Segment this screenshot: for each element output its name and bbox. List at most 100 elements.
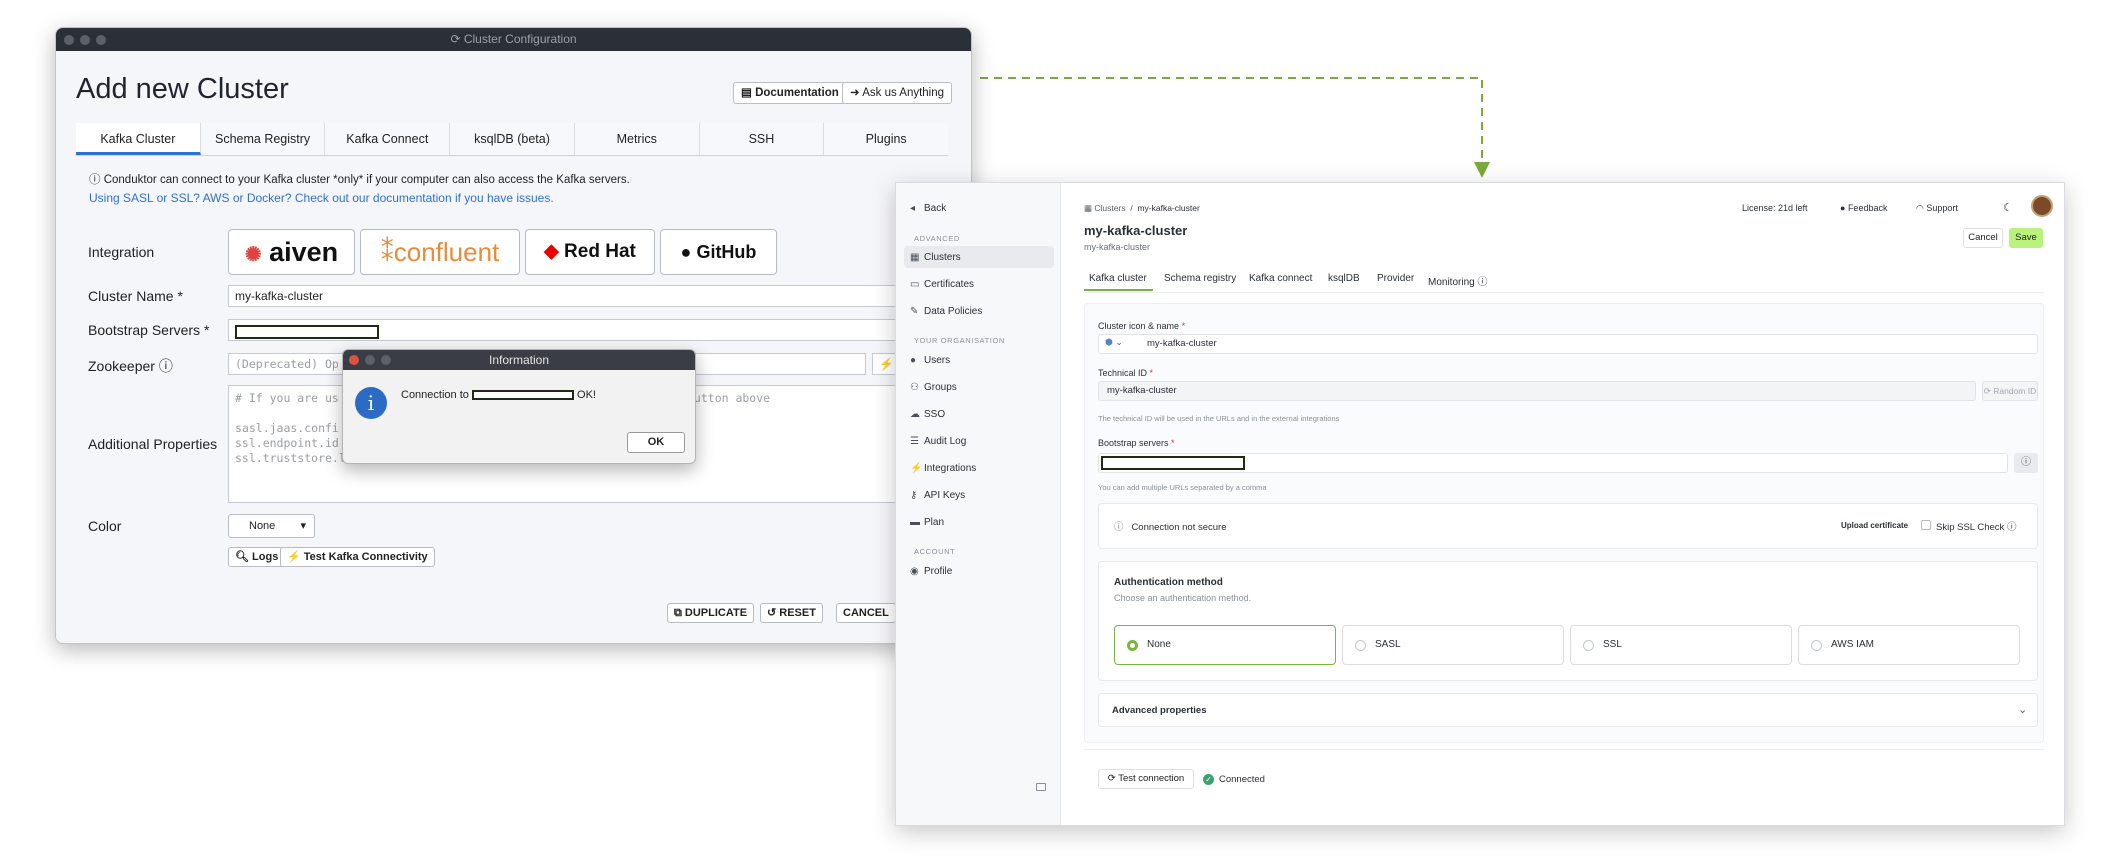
cluster-icon: ⬢ — [1105, 337, 1113, 347]
back-link[interactable]: ◂ Back — [910, 203, 946, 214]
tab-ssh[interactable]: SSH — [699, 123, 825, 155]
technical-id-input[interactable]: my-kafka-cluster — [1098, 381, 1976, 401]
bootstrap-servers-input[interactable] — [1098, 453, 2008, 473]
skip-ssl-checkbox[interactable] — [1921, 520, 1931, 530]
info-button[interactable]: ⓘ — [2014, 453, 2038, 473]
profile-icon: ◉ — [910, 566, 919, 577]
ask-us-anything-button[interactable]: ➜ Ask us Anything — [842, 82, 953, 104]
key-icon: ⚷ — [910, 490, 918, 501]
plug-icon: ⚡ — [910, 463, 923, 474]
dialog-minimize-button[interactable] — [365, 355, 375, 365]
auth-option-none[interactable]: None — [1114, 625, 1336, 665]
redacted-value — [1101, 455, 1245, 470]
window-titlebar: ⟳ Cluster Configuration — [56, 28, 971, 51]
copy-icon: ⧉ — [674, 607, 682, 619]
tab-plugins[interactable]: Plugins — [824, 123, 949, 155]
zookeeper-label: Zookeeper ⓘ — [88, 358, 173, 374]
tab-metrics[interactable]: Metrics — [574, 123, 700, 155]
back-arrow-icon: ◂ — [910, 203, 916, 214]
dialog-close-button[interactable] — [349, 355, 359, 365]
auth-option-sasl[interactable]: SASL — [1342, 625, 1564, 665]
tab-kafka-connect[interactable]: Kafka Connect — [325, 123, 451, 155]
tab-ksqldb[interactable]: ksqlDB — [1328, 273, 1360, 284]
maximize-window-button[interactable] — [96, 35, 106, 45]
reset-button[interactable]: ↺ RESET — [760, 603, 823, 623]
sidebar-item-clusters[interactable]: ▦ Clusters — [910, 252, 961, 263]
aiven-logo[interactable]: ✺ aiven — [228, 229, 355, 275]
grid-icon: ▦ — [910, 252, 920, 263]
redhat-logo[interactable]: ◆ Red Hat — [525, 229, 655, 275]
advanced-properties-label: Advanced properties — [1112, 705, 1207, 716]
tab-kafka-cluster[interactable]: Kafka Cluster — [76, 123, 201, 155]
help-link[interactable]: Using SASL or SSL? AWS or Docker? Check … — [89, 191, 554, 205]
chat-icon: ● — [1840, 203, 1848, 213]
connected-status: Connected — [1219, 774, 1265, 785]
section-advanced: ADVANCED — [914, 234, 960, 243]
close-window-button[interactable] — [64, 35, 74, 45]
information-dialog: Information i Connection to OK! OK — [342, 349, 696, 464]
sidebar-item-audit-log[interactable]: ☰ Audit Log — [910, 436, 966, 447]
ok-button[interactable]: OK — [627, 432, 685, 453]
upload-certificate-button[interactable]: Upload certificate — [1841, 521, 1908, 530]
test-connection-button[interactable]: ⟳ Test connection — [1098, 769, 1194, 789]
connection-status: ⓘ Connection not secure — [1114, 522, 1227, 533]
additional-properties-label: Additional Properties — [88, 436, 218, 452]
confluent-logo[interactable]: ⁑confluent — [360, 229, 520, 275]
save-button[interactable]: Save — [2009, 228, 2043, 248]
tab-kafka-connect[interactable]: Kafka connect — [1249, 273, 1312, 284]
support-link[interactable]: ◠ Support — [1916, 203, 1958, 214]
redacted-value — [471, 390, 574, 401]
github-logo[interactable]: ● GitHub — [660, 229, 777, 275]
cluster-name-input[interactable]: my-kafka-cluster — [228, 285, 971, 307]
cloud-icon: ☁ — [910, 409, 920, 420]
tab-ksqldb[interactable]: ksqlDB (beta) — [450, 123, 575, 155]
chevron-down-icon: ⌄ — [2018, 704, 2028, 716]
minimize-window-button[interactable] — [80, 35, 90, 45]
auth-option-ssl[interactable]: SSL — [1570, 625, 1792, 665]
sidebar-item-sso[interactable]: ☁ SSO — [910, 409, 945, 420]
cluster-icon-picker[interactable]: ⬢ ⌄ — [1105, 337, 1123, 348]
tab-provider[interactable]: Provider — [1377, 273, 1414, 284]
dialog-maximize-button[interactable] — [381, 355, 391, 365]
redacted-value — [235, 324, 379, 339]
tab-monitoring[interactable]: Monitoring ⓘ — [1428, 273, 1487, 288]
breadcrumb: ▦ Clusters / my-kafka-cluster — [1084, 203, 1200, 213]
sidebar-item-integrations[interactable]: ⚡ Integrations — [910, 463, 976, 474]
web-console-window: ◂ Back ADVANCED ▦ Clusters ▭ Certificates ✎… — [895, 182, 2065, 826]
arrow-right-icon: ➜ — [850, 87, 863, 99]
group-icon: ⚇ — [910, 382, 919, 393]
book-icon: ▤ — [741, 87, 756, 99]
grid-icon: ▦ — [1084, 203, 1095, 213]
test-connectivity-button[interactable]: ⚡ Test Kafka Connectivity — [280, 547, 435, 567]
sidebar-item-users[interactable]: ● Users — [910, 355, 950, 366]
sidebar-item-groups[interactable]: ⚇ Groups — [910, 382, 957, 393]
advanced-properties-toggle[interactable] — [1098, 693, 2038, 727]
cancel-button[interactable]: Cancel — [1963, 228, 2003, 248]
tab-kafka-cluster[interactable]: Kafka cluster — [1089, 273, 1147, 284]
sidebar-item-certificates[interactable]: ▭ Certificates — [910, 279, 974, 290]
color-select[interactable]: None ▾ — [228, 514, 315, 538]
license-status: License: 21d left — [1742, 203, 1808, 213]
bootstrap-servers-label: Bootstrap servers * — [1098, 438, 1175, 448]
skip-ssl-label: Skip SSL Check ⓘ — [1936, 522, 2017, 533]
refresh-icon: ⟳ — [1983, 386, 1994, 396]
sidebar-item-data-policies[interactable]: ✎ Data Policies — [910, 306, 982, 317]
auth-option-aws-iam[interactable]: AWS IAM — [1798, 625, 2020, 665]
bootstrap-servers-input[interactable] — [228, 319, 971, 341]
duplicate-button[interactable]: ⧉ DUPLICATE — [667, 603, 755, 623]
avatar[interactable] — [2031, 195, 2053, 217]
logs-button[interactable]: 🔍︎ Logs — [228, 547, 286, 567]
documentation-button[interactable]: ▤ Documentation — [733, 82, 847, 104]
feedback-link[interactable]: ● Feedback — [1840, 203, 1887, 213]
tab-schema-registry[interactable]: Schema Registry — [200, 123, 326, 155]
sidebar-item-profile[interactable]: ◉ Profile — [910, 566, 952, 577]
collapse-sidebar-icon[interactable] — [1036, 783, 1046, 791]
random-id-button[interactable]: ⟳ Random ID — [1982, 381, 2038, 401]
cluster-name-input[interactable]: my-kafka-cluster — [1098, 334, 2038, 354]
page-subtitle: my-kafka-cluster — [1084, 242, 1151, 252]
cancel-button[interactable]: CANCEL — [836, 603, 896, 623]
sidebar-item-plan[interactable]: ▬ Plan — [910, 517, 944, 528]
sidebar-item-api-keys[interactable]: ⚷ API Keys — [910, 490, 965, 501]
moon-icon[interactable]: ☾ — [2003, 201, 2013, 214]
tab-schema-registry[interactable]: Schema registry — [1164, 273, 1236, 284]
